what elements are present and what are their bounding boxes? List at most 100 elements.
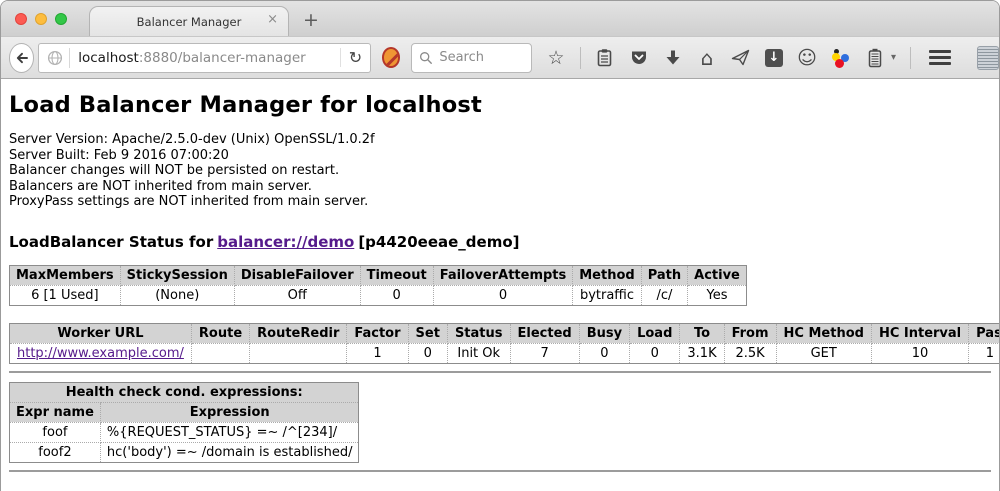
col-header: Worker URL — [10, 323, 192, 343]
pocket-icon[interactable] — [629, 48, 649, 68]
smiley-icon[interactable]: ☺ — [797, 48, 817, 68]
cell-hc-interval: 10 — [871, 343, 968, 363]
globe-icon — [47, 50, 63, 66]
cell-hc-method: GET — [776, 343, 871, 363]
reload-icon[interactable]: ↻ — [340, 48, 364, 67]
col-header: HC Interval — [871, 323, 968, 343]
balancer-demo-link[interactable]: balancer://demo — [217, 233, 354, 251]
url-path: :8880/balancer-manager — [139, 50, 306, 66]
urlbar-divider — [69, 48, 70, 68]
page-content: Load Balancer Manager for localhost Serv… — [1, 79, 999, 491]
col-header: Factor — [347, 323, 408, 343]
toolbar-divider — [910, 47, 911, 69]
window-controls — [15, 13, 67, 25]
col-header: Set — [408, 323, 447, 343]
col-header: To — [680, 323, 724, 343]
table-row: foof %{REQUEST_STATUS} =~ /^[234]/ — [10, 422, 359, 442]
back-button[interactable] — [9, 43, 34, 73]
video-download-icon[interactable]: ↓ — [765, 49, 783, 67]
browser-window: Balancer Manager × + localhost:8880/bala… — [0, 0, 1000, 491]
tab-title: Balancer Manager — [137, 15, 242, 29]
balancers-warning-line: Balancers are NOT inherited from main se… — [9, 179, 991, 195]
page-thumbnail-icon[interactable] — [977, 46, 999, 70]
persist-warning-line: Balancer changes will NOT be persisted o… — [9, 163, 991, 179]
col-header: Expr name — [10, 402, 101, 422]
tab-close-icon[interactable]: × — [267, 13, 278, 26]
col-header: Active — [688, 265, 747, 285]
url-text[interactable]: localhost:8880/balancer-manager — [78, 50, 340, 66]
zoom-window-button[interactable] — [55, 13, 67, 25]
cell-maxmembers: 6 [1 Used] — [10, 285, 121, 305]
server-version-line: Server Version: Apache/2.5.0-dev (Unix) … — [9, 132, 991, 148]
col-header: Passes — [969, 323, 999, 343]
menu-icon[interactable] — [929, 50, 951, 65]
cell-route — [191, 343, 249, 363]
col-header: Elected — [510, 323, 579, 343]
minimize-window-button[interactable] — [35, 13, 47, 25]
cell-elected: 7 — [510, 343, 579, 363]
status-prefix: LoadBalancer Status for — [9, 233, 213, 251]
col-header: HC Method — [776, 323, 871, 343]
proxypass-warning-line: ProxyPass settings are NOT inherited fro… — [9, 194, 991, 210]
status-suffix: [p4420eeae_demo] — [358, 233, 519, 251]
tab-balancer-manager[interactable]: Balancer Manager × — [89, 6, 289, 36]
cell-set: 0 — [408, 343, 447, 363]
search-field[interactable]: Search — [411, 43, 532, 73]
col-header: RouteRedir — [250, 323, 347, 343]
server-built-line: Server Built: Feb 9 2016 07:00:20 — [9, 148, 991, 164]
cell-disablefailover: Off — [234, 285, 360, 305]
col-header: From — [724, 323, 776, 343]
navigation-toolbar: localhost:8880/balancer-manager ↻ Search… — [1, 36, 999, 79]
worker-url-link[interactable]: http://www.example.com/ — [17, 346, 184, 361]
cell-routeredir — [250, 343, 347, 363]
table-row: http://www.example.com/ 1 0 Init Ok 7 0 … — [10, 343, 1000, 363]
chevron-down-icon[interactable]: ▾ — [891, 52, 896, 63]
cell-expression: %{REQUEST_STATUS} =~ /^[234]/ — [100, 422, 359, 442]
cell-failoverattempts: 0 — [433, 285, 573, 305]
home-icon[interactable]: ⌂ — [697, 48, 717, 68]
content-blocked-icon[interactable] — [382, 47, 400, 68]
col-header: FailoverAttempts — [433, 265, 573, 285]
health-check-table: Health check cond. expressions: Expr nam… — [9, 382, 359, 463]
toolbar-divider — [580, 47, 581, 69]
cell-expr-name: foof2 — [10, 442, 101, 462]
table-row: foof2 hc('body') =~ /domain is establish… — [10, 442, 359, 462]
table-header-row: Expr name Expression — [10, 402, 359, 422]
col-header: Path — [641, 265, 687, 285]
col-header: Busy — [579, 323, 629, 343]
loadbalancer-status-heading: LoadBalancer Status forbalancer://demo[p… — [9, 233, 991, 251]
cell-expression: hc('body') =~ /domain is established/ — [100, 442, 359, 462]
new-tab-button[interactable]: + — [303, 11, 319, 30]
divider — [9, 470, 991, 472]
bookmark-star-icon[interactable]: ☆ — [546, 48, 566, 68]
colored-dots-extension-icon[interactable] — [831, 48, 851, 68]
server-info: Server Version: Apache/2.5.0-dev (Unix) … — [9, 132, 991, 210]
cell-from: 2.5K — [724, 343, 776, 363]
search-placeholder: Search — [439, 50, 484, 65]
search-icon — [419, 51, 433, 65]
col-header: StickySession — [120, 265, 234, 285]
col-header: Timeout — [360, 265, 433, 285]
cell-load: 0 — [630, 343, 680, 363]
url-bar[interactable]: localhost:8880/balancer-manager ↻ — [38, 43, 371, 73]
cell-active: Yes — [688, 285, 747, 305]
clipboard-icon[interactable] — [595, 48, 615, 68]
cell-to: 3.1K — [680, 343, 724, 363]
toolbar-icon-row: ☆ ⌂ — [546, 46, 991, 70]
close-window-button[interactable] — [15, 13, 27, 25]
table-title-row: Health check cond. expressions: — [10, 382, 359, 402]
cell-path: /c/ — [641, 285, 687, 305]
send-plane-icon[interactable] — [731, 48, 751, 68]
col-header: Method — [573, 265, 641, 285]
divider — [9, 371, 991, 373]
cell-stickysession: (None) — [120, 285, 234, 305]
cell-status: Init Ok — [447, 343, 510, 363]
table-row: 6 [1 Used] (None) Off 0 0 bytraffic /c/ … — [10, 285, 747, 305]
battery-extension-icon[interactable] — [865, 48, 885, 68]
cell-factor: 1 — [347, 343, 408, 363]
download-icon[interactable] — [663, 48, 683, 68]
cell-worker-url: http://www.example.com/ — [10, 343, 192, 363]
col-header: Expression — [100, 402, 359, 422]
worker-status-table: Worker URL Route RouteRedir Factor Set S… — [9, 323, 999, 364]
table-header-row: MaxMembers StickySession DisableFailover… — [10, 265, 747, 285]
